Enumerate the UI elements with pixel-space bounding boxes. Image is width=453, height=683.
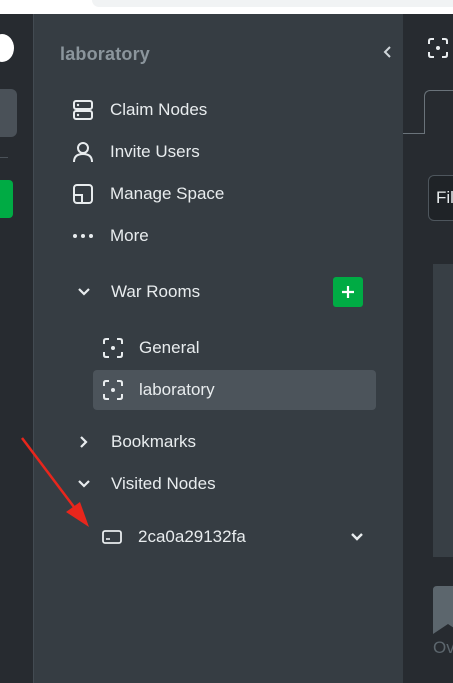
bookmarks-section-toggle[interactable]: Bookmarks xyxy=(75,427,196,457)
invite-users-item[interactable]: Invite Users xyxy=(70,137,200,167)
add-space-button[interactable] xyxy=(0,180,13,218)
node-monitor-icon xyxy=(100,527,124,547)
user-avatar[interactable] xyxy=(0,34,14,62)
bookmarks-label: Bookmarks xyxy=(111,432,197,451)
room-general-label: General xyxy=(139,338,200,357)
chevron-down-icon xyxy=(75,475,93,493)
content-tab[interactable] xyxy=(424,90,453,134)
user-icon xyxy=(70,140,96,164)
tab-bar-line xyxy=(403,133,425,134)
spaces-rail xyxy=(0,14,33,683)
chevron-left-icon xyxy=(383,46,391,58)
browser-top-strip xyxy=(0,0,453,14)
room-icon xyxy=(426,36,450,60)
manage-space-label: Manage Space xyxy=(110,184,225,203)
visited-node-label: 2ca0a29132fa xyxy=(138,527,246,546)
claim-nodes-label: Claim Nodes xyxy=(110,100,208,119)
overview-tab[interactable]: Ov xyxy=(433,586,453,666)
invite-users-label: Invite Users xyxy=(110,142,200,161)
rail-divider xyxy=(0,157,8,158)
manage-space-item[interactable]: Manage Space xyxy=(70,179,224,209)
visited-nodes-section-toggle[interactable]: Visited Nodes xyxy=(75,469,216,499)
chevron-down-icon xyxy=(351,533,363,541)
manage-space-icon xyxy=(70,182,96,206)
filter-input[interactable]: Fil xyxy=(428,175,453,221)
visited-node-item[interactable]: 2ca0a29132fa xyxy=(100,522,366,552)
chevron-down-icon xyxy=(75,283,93,301)
plus-icon xyxy=(342,286,354,298)
space-selector-button[interactable] xyxy=(0,89,17,137)
browser-tab-edge xyxy=(92,0,453,7)
more-item[interactable]: More xyxy=(70,221,149,251)
bookmark-icon xyxy=(433,586,453,634)
space-sidebar: laboratory Claim Nodes Invite Users Mana… xyxy=(33,14,403,683)
collapse-sidebar-button[interactable] xyxy=(379,44,397,64)
add-war-room-button[interactable] xyxy=(333,277,363,307)
more-dots-icon xyxy=(70,224,96,248)
visited-nodes-label: Visited Nodes xyxy=(111,474,216,493)
claim-nodes-item[interactable]: Claim Nodes xyxy=(70,95,207,125)
nodes-server-icon xyxy=(70,98,96,122)
room-laboratory[interactable]: laboratory xyxy=(93,370,376,410)
room-general[interactable]: General xyxy=(93,328,376,368)
room-laboratory-label: laboratory xyxy=(139,380,215,399)
space-title: laboratory xyxy=(60,44,151,64)
chevron-right-icon xyxy=(75,433,93,451)
room-icon xyxy=(101,336,125,360)
main-content-pane: Fil Ov xyxy=(403,14,453,683)
app-screen: laboratory Claim Nodes Invite Users Mana… xyxy=(0,0,453,683)
node-expand-button[interactable] xyxy=(348,528,366,546)
overview-tab-label: Ov xyxy=(433,638,453,657)
more-label: More xyxy=(110,226,149,245)
room-icon xyxy=(101,378,125,402)
war-rooms-section-toggle[interactable]: War Rooms xyxy=(75,277,200,307)
content-panel xyxy=(433,264,453,557)
war-rooms-label: War Rooms xyxy=(111,282,201,301)
